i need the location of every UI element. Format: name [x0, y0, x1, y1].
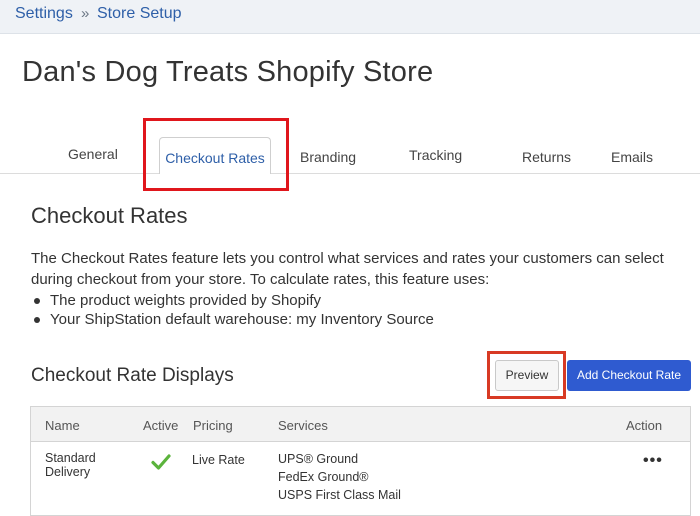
- displays-title: Checkout Rate Displays: [31, 365, 234, 386]
- service-item: UPS® Ground: [278, 452, 359, 466]
- tab-general[interactable]: General: [68, 146, 118, 162]
- tabs-divider: [0, 173, 700, 174]
- preview-highlight-box: [487, 351, 566, 399]
- bullet-icon: [34, 298, 40, 304]
- column-header-active: Active: [143, 418, 179, 433]
- pricing-cell: Live Rate: [192, 453, 245, 467]
- column-header-action: Action: [626, 418, 663, 433]
- rate-name-cell: Standard Delivery: [45, 451, 96, 479]
- list-item-text: Your ShipStation default warehouse: my I…: [50, 311, 434, 328]
- bullet-icon: [34, 317, 40, 323]
- section-description: The Checkout Rates feature lets you cont…: [31, 250, 664, 288]
- tab-tracking[interactable]: Tracking: [409, 147, 462, 163]
- tab-highlight-box: [143, 118, 289, 191]
- column-header-name: Name: [45, 418, 80, 433]
- table-header: Name Active Pricing Services Action: [31, 407, 690, 442]
- add-checkout-rate-button[interactable]: Add Checkout Rate: [567, 360, 691, 391]
- checkmark-icon: [151, 454, 171, 470]
- section-title: Checkout Rates: [31, 203, 188, 228]
- service-item: FedEx Ground®: [278, 470, 369, 484]
- rate-name-line: Delivery: [45, 465, 91, 479]
- page-title: Dan's Dog Treats Shopify Store: [22, 56, 434, 88]
- breadcrumb: Settings » Store Setup: [0, 0, 700, 34]
- list-item: The product weights provided by Shopify: [31, 291, 434, 310]
- service-item: USPS First Class Mail: [278, 488, 401, 502]
- breadcrumb-separator: »: [81, 5, 90, 22]
- feature-list: The product weights provided by Shopify …: [31, 291, 434, 329]
- column-header-services: Services: [278, 418, 328, 433]
- checkout-rates-table: Name Active Pricing Services Action Stan…: [30, 406, 691, 516]
- tab-emails[interactable]: Emails: [611, 149, 653, 165]
- breadcrumb-settings-link[interactable]: Settings: [15, 5, 73, 23]
- rate-name-line: Standard: [45, 451, 96, 465]
- column-header-pricing: Pricing: [193, 418, 233, 433]
- tab-returns[interactable]: Returns: [522, 149, 571, 165]
- more-actions-icon[interactable]: •••: [643, 452, 663, 470]
- list-item-text: The product weights provided by Shopify: [50, 292, 321, 309]
- list-item: Your ShipStation default warehouse: my I…: [31, 310, 434, 329]
- tab-branding[interactable]: Branding: [300, 149, 356, 165]
- services-cell: UPS® Ground FedEx Ground® USPS First Cla…: [278, 450, 401, 504]
- breadcrumb-store-setup-link[interactable]: Store Setup: [97, 5, 182, 23]
